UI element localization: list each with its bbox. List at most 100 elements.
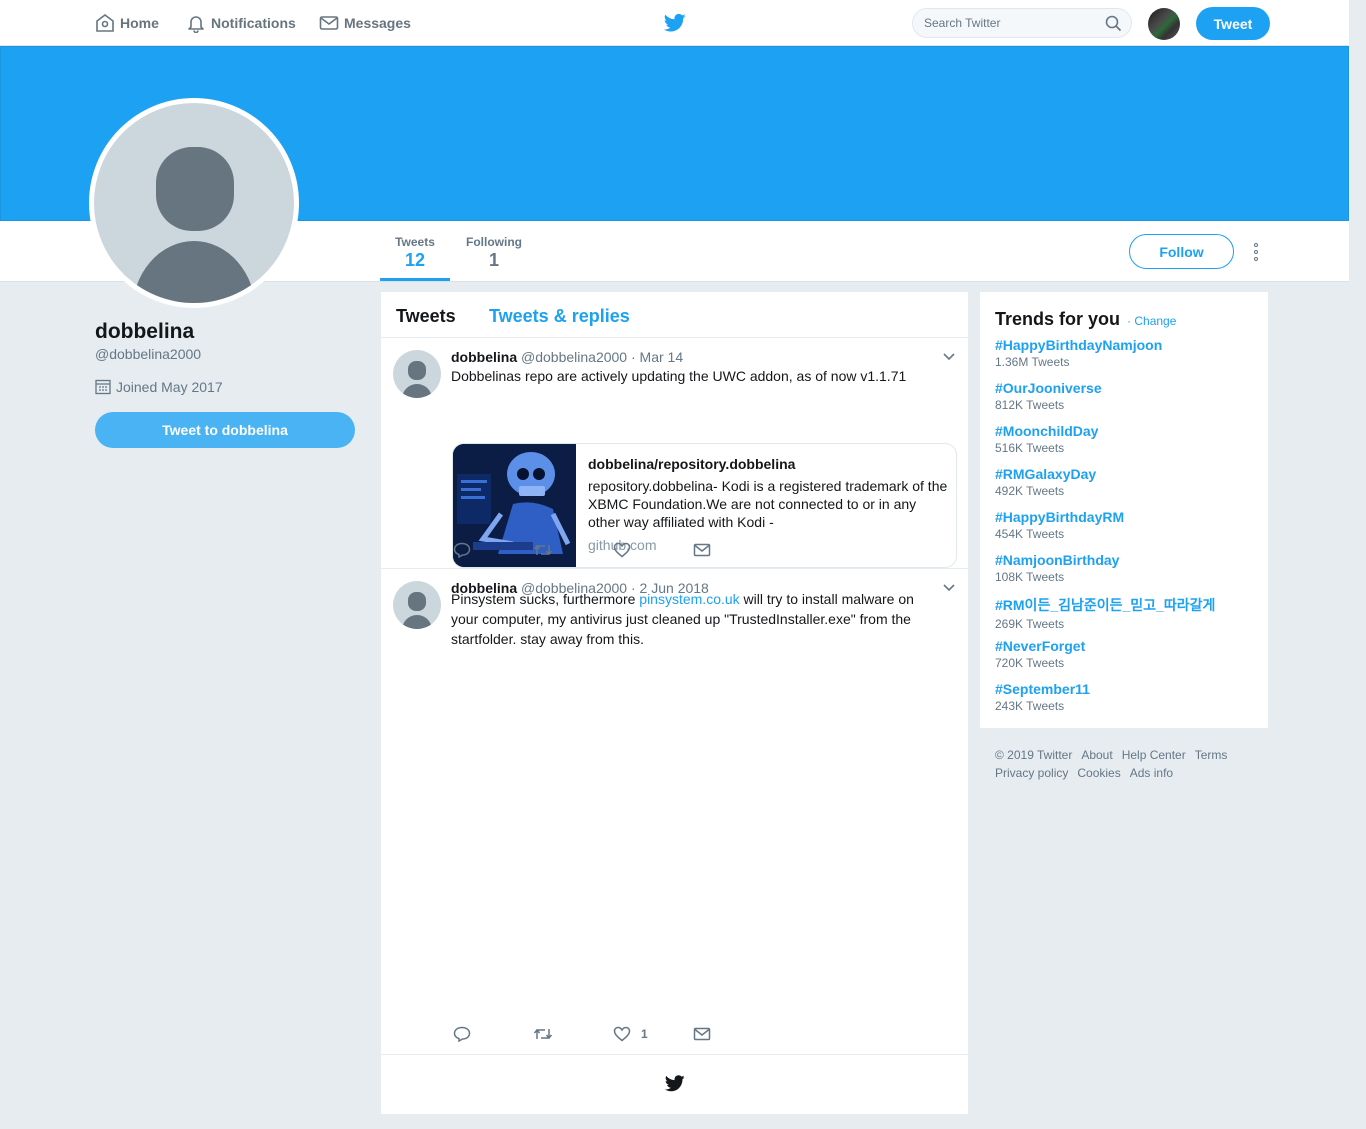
nav-messages[interactable]: Messages: [319, 0, 411, 46]
timeline-end: [381, 1054, 968, 1114]
skeleton-hacker-image: [453, 444, 576, 567]
tweet-text-part: Pinsystem sucks, furthermore: [451, 591, 640, 607]
trend-tweet-count: 812K Tweets: [995, 398, 1065, 412]
like-button[interactable]: 1: [613, 1026, 648, 1042]
trends-panel: Trends for you · Change #HappyBirthdayNa…: [980, 292, 1268, 728]
reply-icon: [453, 1026, 471, 1042]
stat-following[interactable]: Following 1: [462, 221, 526, 281]
retweet-icon: [533, 544, 553, 556]
profile-handle: @dobbelina2000: [95, 346, 202, 362]
trend-item[interactable]: #OurJooniverse 812K Tweets: [995, 380, 1102, 412]
trend-hashtag[interactable]: #HappyBirthdayRM: [995, 509, 1124, 525]
retweet-button[interactable]: [533, 1026, 553, 1042]
like-button[interactable]: [613, 542, 631, 558]
tweet-author-handle[interactable]: @dobbelina2000: [521, 349, 627, 365]
retweet-button[interactable]: [533, 542, 553, 558]
trend-item[interactable]: #RM이든_김남준이든_믿고_따라갈게 269K Tweets: [995, 595, 1215, 631]
link-card-description: repository.dobbelina- Kodi is a register…: [588, 478, 948, 530]
heart-icon: [613, 542, 631, 558]
stat-tweets-label: Tweets: [395, 235, 435, 249]
joined-label: Joined May 2017: [116, 379, 223, 395]
message-button[interactable]: [693, 542, 711, 558]
trend-tweet-count: 243K Tweets: [995, 699, 1065, 713]
like-count: 1: [641, 1027, 648, 1041]
message-button[interactable]: [693, 1026, 711, 1042]
tweet-header: dobbelina @dobbelina2000 · Mar 14: [451, 349, 683, 365]
tweet-author-name[interactable]: dobbelina: [451, 349, 517, 365]
reply-button[interactable]: [453, 1026, 471, 1042]
compose-tweet-button[interactable]: Tweet: [1196, 7, 1270, 40]
follow-button[interactable]: Follow: [1129, 234, 1234, 269]
envelope-icon: [319, 16, 339, 30]
tweet-item[interactable]: dobbelina @dobbelina2000 · 2 Jun 2018 Pi…: [381, 569, 968, 1054]
trend-item[interactable]: #HappyBirthdayRM 454K Tweets: [995, 509, 1124, 541]
tweet-avatar[interactable]: [393, 581, 441, 629]
trend-hashtag[interactable]: #RM이든_김남준이든_믿고_따라갈게: [995, 595, 1215, 615]
trend-tweet-count: 454K Tweets: [995, 527, 1065, 541]
tweet-to-button[interactable]: Tweet to dobbelina: [95, 412, 355, 448]
reply-icon: [453, 542, 471, 558]
trend-hashtag[interactable]: #September11: [995, 681, 1090, 697]
footer-link-cookies[interactable]: Cookies: [1077, 766, 1120, 780]
stat-following-label: Following: [466, 235, 522, 249]
footer-link-help[interactable]: Help Center: [1122, 748, 1186, 762]
more-options-icon[interactable]: [1251, 243, 1261, 261]
tweet-item[interactable]: dobbelina @dobbelina2000 · Mar 14 Dobbel…: [381, 339, 968, 568]
tweet-link[interactable]: pinsystem.co.uk: [639, 591, 739, 607]
link-card-image: [453, 444, 576, 567]
calendar-icon: [95, 379, 111, 395]
top-navigation-bar: Home Notifications Messages Tweet: [0, 0, 1349, 46]
nav-home[interactable]: Home: [95, 0, 159, 46]
trends-heading: Trends for you: [995, 309, 1121, 329]
tweet-date[interactable]: · Mar 14: [631, 349, 683, 365]
trend-item[interactable]: #September11 243K Tweets: [995, 681, 1090, 713]
tweet-avatar[interactable]: [393, 350, 441, 398]
timeline: Tweets Tweets & replies dobbelina @dobbe…: [381, 292, 968, 1114]
chevron-down-icon[interactable]: [942, 583, 956, 593]
trend-hashtag[interactable]: #RMGalaxyDay: [995, 466, 1096, 482]
trend-item[interactable]: #MoonchildDay 516K Tweets: [995, 423, 1098, 455]
stat-tweets[interactable]: Tweets 12: [380, 221, 450, 281]
trend-hashtag[interactable]: #NeverForget: [995, 638, 1085, 654]
twitter-bird-icon: [665, 1075, 685, 1092]
timeline-tabs: Tweets Tweets & replies: [381, 292, 968, 338]
default-user-icon: [132, 147, 256, 303]
home-icon: [96, 14, 114, 32]
profile-avatar[interactable]: [89, 98, 299, 308]
trend-hashtag[interactable]: #OurJooniverse: [995, 380, 1102, 396]
envelope-icon: [693, 1027, 711, 1041]
trend-tweet-count: 516K Tweets: [995, 441, 1065, 455]
search-icon[interactable]: [1105, 15, 1122, 32]
search-box[interactable]: [912, 8, 1132, 38]
trend-item[interactable]: #HappyBirthdayNamjoon 1.36M Tweets: [995, 337, 1162, 369]
tab-tweets[interactable]: Tweets: [396, 306, 456, 327]
trend-tweet-count: 1.36M Tweets: [995, 355, 1070, 369]
nav-notifications[interactable]: Notifications: [186, 0, 296, 46]
footer-link-ads[interactable]: Ads info: [1130, 766, 1173, 780]
nav-home-label: Home: [120, 15, 159, 31]
account-avatar[interactable]: [1148, 8, 1180, 40]
reply-button[interactable]: [453, 542, 471, 558]
trend-hashtag[interactable]: #HappyBirthdayNamjoon: [995, 337, 1162, 353]
trend-tweet-count: 720K Tweets: [995, 656, 1065, 670]
footer-links: © 2019 Twitter About Help Center Terms Priv…: [995, 746, 1255, 782]
footer-link-about[interactable]: About: [1081, 748, 1112, 762]
trend-item[interactable]: #RMGalaxyDay 492K Tweets: [995, 466, 1096, 498]
footer-link-terms[interactable]: Terms: [1195, 748, 1228, 762]
search-input[interactable]: [924, 16, 1104, 30]
retweet-icon: [533, 1028, 553, 1040]
trend-hashtag[interactable]: #NamjoonBirthday: [995, 552, 1119, 568]
trends-title: Trends for you · Change: [995, 309, 1176, 330]
footer-link-privacy[interactable]: Privacy policy: [995, 766, 1068, 780]
twitter-bird-icon[interactable]: [664, 13, 686, 33]
bell-icon: [188, 16, 204, 33]
trends-change-link[interactable]: · Change: [1127, 314, 1176, 328]
trend-item[interactable]: #NeverForget 720K Tweets: [995, 638, 1085, 670]
stat-following-value: 1: [488, 250, 499, 270]
nav-messages-label: Messages: [344, 15, 411, 31]
trend-item[interactable]: #NamjoonBirthday 108K Tweets: [995, 552, 1119, 584]
trend-hashtag[interactable]: #MoonchildDay: [995, 423, 1098, 439]
tab-tweets-and-replies[interactable]: Tweets & replies: [489, 306, 630, 327]
heart-icon: [613, 1026, 631, 1042]
chevron-down-icon[interactable]: [942, 352, 956, 362]
